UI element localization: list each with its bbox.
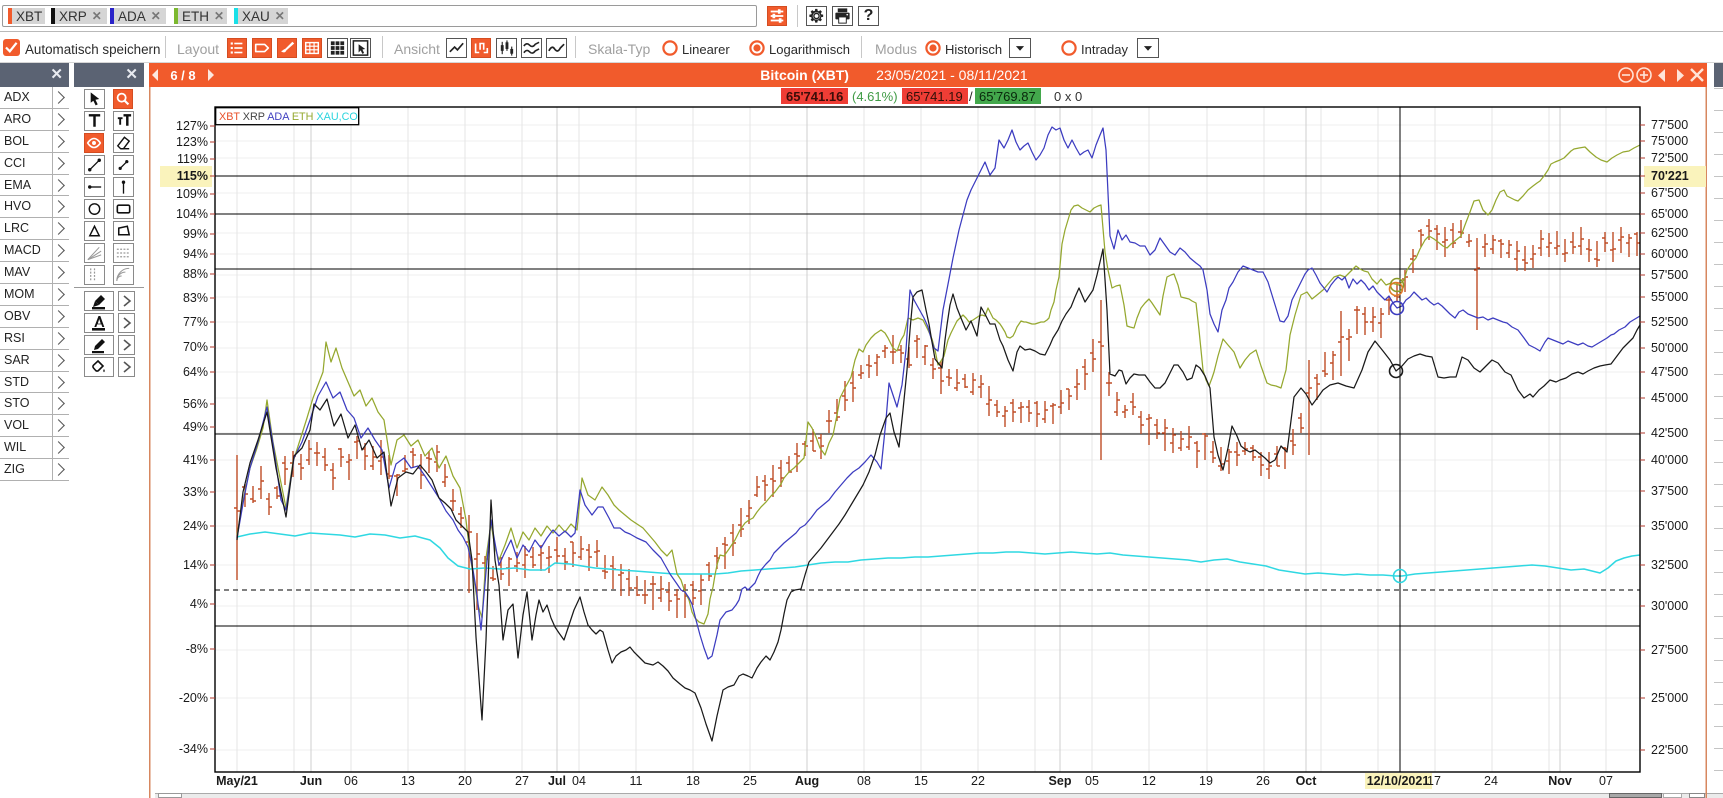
svg-text:08: 08 — [857, 774, 871, 788]
svg-text:50'000: 50'000 — [1651, 341, 1688, 355]
svg-text:37'500: 37'500 — [1651, 484, 1688, 498]
svg-text:20: 20 — [458, 774, 472, 788]
svg-text:123%: 123% — [176, 135, 208, 149]
svg-text:04: 04 — [572, 774, 586, 788]
svg-text:12: 12 — [1142, 774, 1156, 788]
svg-text:/: / — [969, 89, 973, 104]
svg-text:47'500: 47'500 — [1651, 365, 1688, 379]
svg-text:35'000: 35'000 — [1651, 519, 1688, 533]
svg-text:104%: 104% — [176, 207, 208, 221]
svg-text:72'500: 72'500 — [1651, 151, 1688, 165]
svg-text:4%: 4% — [190, 597, 208, 611]
svg-text:70%: 70% — [183, 340, 208, 354]
svg-text:(4.61%): (4.61%) — [852, 89, 898, 104]
svg-text:Sep: Sep — [1049, 774, 1072, 788]
svg-text:Oct: Oct — [1296, 774, 1318, 788]
svg-text:77%: 77% — [183, 315, 208, 329]
svg-text:83%: 83% — [183, 291, 208, 305]
svg-text:05: 05 — [1085, 774, 1099, 788]
svg-text:07: 07 — [1599, 774, 1613, 788]
svg-text:55'000: 55'000 — [1651, 290, 1688, 304]
svg-text:64%: 64% — [183, 365, 208, 379]
svg-text:109%: 109% — [176, 187, 208, 201]
svg-text:25'000: 25'000 — [1651, 691, 1688, 705]
svg-text:-20%: -20% — [179, 691, 208, 705]
svg-text:-8%: -8% — [186, 642, 208, 656]
svg-text:Jul: Jul — [548, 774, 566, 788]
svg-text:27: 27 — [515, 774, 529, 788]
svg-text:24%: 24% — [183, 519, 208, 533]
svg-text:49%: 49% — [183, 420, 208, 434]
svg-text:14%: 14% — [183, 558, 208, 572]
svg-text:Aug: Aug — [795, 774, 819, 788]
svg-text:75'000: 75'000 — [1651, 134, 1688, 148]
svg-text:56%: 56% — [183, 397, 208, 411]
svg-text:26: 26 — [1256, 774, 1270, 788]
svg-text:May/21: May/21 — [216, 774, 258, 788]
svg-text:33%: 33% — [183, 485, 208, 499]
svg-text:17: 17 — [1427, 774, 1441, 788]
svg-text:70'221: 70'221 — [1651, 169, 1689, 183]
svg-text:18: 18 — [686, 774, 700, 788]
svg-text:19: 19 — [1199, 774, 1213, 788]
svg-text:XBT XRP ADA ETH XAU,CO: XBT XRP ADA ETH XAU,CO — [219, 111, 358, 123]
svg-text:62'500: 62'500 — [1651, 226, 1688, 240]
svg-text:Nov: Nov — [1548, 774, 1572, 788]
svg-text:65'769.87: 65'769.87 — [979, 89, 1036, 104]
svg-text:65'741.19: 65'741.19 — [906, 89, 963, 104]
svg-text:94%: 94% — [183, 247, 208, 261]
svg-text:45'000: 45'000 — [1651, 391, 1688, 405]
svg-text:15: 15 — [914, 774, 928, 788]
svg-text:41%: 41% — [183, 453, 208, 467]
svg-text:Jun: Jun — [300, 774, 322, 788]
svg-text:99%: 99% — [183, 227, 208, 241]
svg-text:13: 13 — [401, 774, 415, 788]
svg-text:65'000: 65'000 — [1651, 207, 1688, 221]
svg-text:Bitcoin (XBT) 23/05/2021: Bitcoin (XBT) 23/05/2021 - 08/11/2021 — [760, 67, 1028, 83]
svg-text:40'000: 40'000 — [1651, 453, 1688, 467]
svg-text:127%: 127% — [176, 119, 208, 133]
svg-text:27'500: 27'500 — [1651, 643, 1688, 657]
svg-text:52'500: 52'500 — [1651, 315, 1688, 329]
svg-text:6 / 8: 6 / 8 — [170, 68, 195, 83]
svg-text:32'500: 32'500 — [1651, 558, 1688, 572]
svg-text:-34%: -34% — [179, 742, 208, 756]
svg-text:77'500: 77'500 — [1651, 118, 1688, 132]
svg-text:67'500: 67'500 — [1651, 186, 1688, 200]
svg-text:60'000: 60'000 — [1651, 247, 1688, 261]
svg-text:115%: 115% — [177, 169, 208, 183]
svg-text:11: 11 — [630, 774, 643, 788]
svg-text:22'500: 22'500 — [1651, 743, 1688, 757]
svg-text:119%: 119% — [177, 152, 208, 166]
svg-text:06: 06 — [344, 774, 358, 788]
svg-text:30'000: 30'000 — [1651, 599, 1688, 613]
svg-text:24: 24 — [1484, 774, 1498, 788]
svg-text:88%: 88% — [183, 267, 208, 281]
svg-text:0 x 0: 0 x 0 — [1054, 89, 1082, 104]
svg-text:42'500: 42'500 — [1651, 426, 1688, 440]
svg-text:65'741.16: 65'741.16 — [786, 89, 843, 104]
svg-text:22: 22 — [971, 774, 985, 788]
svg-text:25: 25 — [743, 774, 757, 788]
svg-text:57'500: 57'500 — [1651, 268, 1688, 282]
svg-text:12/10/2021: 12/10/2021 — [1367, 774, 1430, 788]
